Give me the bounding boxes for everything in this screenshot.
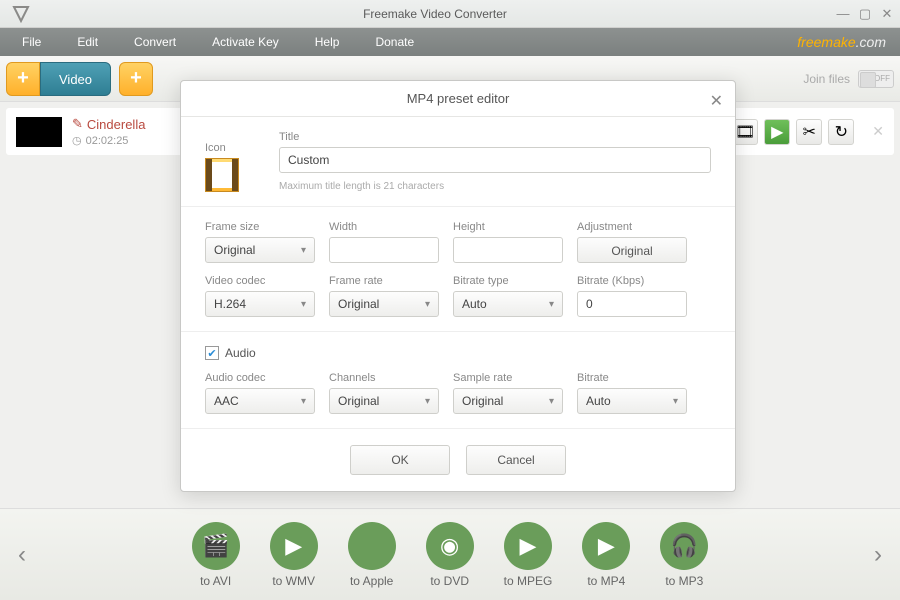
menu-convert[interactable]: Convert <box>116 35 194 49</box>
video-thumbnail <box>16 117 62 147</box>
adjustment-button[interactable]: Original <box>577 237 687 263</box>
scroll-right-button[interactable]: › <box>866 541 890 569</box>
preset-icon[interactable] <box>205 158 239 192</box>
title-field-label: Title <box>279 131 711 143</box>
apple-icon <box>348 522 396 570</box>
film-icon: 🎞 <box>735 122 755 142</box>
rotate-button[interactable]: ↻ <box>828 119 854 145</box>
preset-editor-dialog: MP4 preset editor ✕ Icon Title Maximum t… <box>180 80 736 492</box>
rotate-icon: ↻ <box>835 122 848 142</box>
minimize-button[interactable]: — <box>836 6 850 22</box>
height-label: Height <box>453 221 563 233</box>
file-duration: ◷02:02:25 <box>72 134 145 147</box>
cancel-button[interactable]: Cancel <box>466 445 566 475</box>
add-button[interactable]: + <box>119 62 153 96</box>
dialog-close-button[interactable]: ✕ <box>710 91 723 111</box>
bitrate-kbps-label: Bitrate (Kbps) <box>577 275 687 287</box>
width-label: Width <box>329 221 439 233</box>
menu-donate[interactable]: Donate <box>357 35 432 49</box>
menu-activate-key[interactable]: Activate Key <box>194 35 297 49</box>
audio-codec-label: Audio codec <box>205 372 315 384</box>
format-wmv[interactable]: ▶to WMV <box>270 522 318 588</box>
maximize-button[interactable]: ▢ <box>858 6 872 22</box>
channels-select[interactable]: Original <box>329 388 439 414</box>
avi-icon: 🎬 <box>192 522 240 570</box>
audio-bitrate-label: Bitrate <box>577 372 687 384</box>
sample-rate-label: Sample rate <box>453 372 563 384</box>
mp4-icon: ▶ <box>582 522 630 570</box>
wmv-icon: ▶ <box>270 522 318 570</box>
format-apple[interactable]: to Apple <box>348 522 396 588</box>
audio-label: Audio <box>225 346 256 360</box>
height-input[interactable] <box>453 237 563 263</box>
play-button[interactable]: ▶ <box>764 119 790 145</box>
title-hint: Maximum title length is 21 characters <box>279 181 711 192</box>
app-logo-icon <box>8 1 34 27</box>
switch-icon: OFF <box>858 70 894 88</box>
mp3-icon: 🎧 <box>660 522 708 570</box>
close-window-button[interactable]: ✕ <box>880 6 894 22</box>
output-formats-bar: ‹ 🎬to AVI ▶to WMV to Apple ◉to DVD ▶to M… <box>0 508 900 600</box>
frame-size-select[interactable]: Original <box>205 237 315 263</box>
title-input[interactable] <box>279 147 711 173</box>
frame-rate-select[interactable]: Original <box>329 291 439 317</box>
sample-rate-select[interactable]: Original <box>453 388 563 414</box>
add-video-button[interactable]: + Video <box>6 62 111 96</box>
dialog-title: MP4 preset editor <box>407 91 510 106</box>
adjustment-label: Adjustment <box>577 221 687 233</box>
settings-button[interactable]: 🎞 <box>732 119 758 145</box>
join-files-toggle[interactable]: Join files OFF <box>803 70 894 88</box>
audio-codec-select[interactable]: AAC <box>205 388 315 414</box>
join-files-label: Join files <box>803 72 850 86</box>
plus-icon: + <box>119 62 153 96</box>
format-mpeg[interactable]: ▶to MPEG <box>504 522 553 588</box>
remove-file-button[interactable]: ✕ <box>872 123 884 140</box>
format-mp4[interactable]: ▶to MP4 <box>582 522 630 588</box>
window-title: Freemake Video Converter <box>34 7 836 21</box>
edit-icon: ✎ <box>72 116 83 132</box>
format-mp3[interactable]: 🎧to MP3 <box>660 522 708 588</box>
menu-file[interactable]: File <box>4 35 59 49</box>
plus-icon: + <box>6 62 40 96</box>
dvd-icon: ◉ <box>426 522 474 570</box>
video-codec-label: Video codec <box>205 275 315 287</box>
file-name[interactable]: ✎Cinderella <box>72 116 145 132</box>
scissors-icon: ✂ <box>803 122 816 142</box>
mpeg-icon: ▶ <box>504 522 552 570</box>
audio-bitrate-select[interactable]: Auto <box>577 388 687 414</box>
frame-size-label: Frame size <box>205 221 315 233</box>
bitrate-kbps-input[interactable] <box>577 291 687 317</box>
format-avi[interactable]: 🎬to AVI <box>192 522 240 588</box>
channels-label: Channels <box>329 372 439 384</box>
titlebar: Freemake Video Converter — ▢ ✕ <box>0 0 900 28</box>
clock-icon: ◷ <box>72 134 82 147</box>
add-video-label: Video <box>40 62 111 96</box>
menu-bar: File Edit Convert Activate Key Help Dona… <box>0 28 900 56</box>
bitrate-type-label: Bitrate type <box>453 275 563 287</box>
cut-button[interactable]: ✂ <box>796 119 822 145</box>
frame-rate-label: Frame rate <box>329 275 439 287</box>
brand-link[interactable]: freemake.com <box>797 34 896 50</box>
icon-label: Icon <box>205 142 265 154</box>
format-dvd[interactable]: ◉to DVD <box>426 522 474 588</box>
ok-button[interactable]: OK <box>350 445 450 475</box>
bitrate-type-select[interactable]: Auto <box>453 291 563 317</box>
play-icon: ▶ <box>771 122 783 142</box>
width-input[interactable] <box>329 237 439 263</box>
menu-edit[interactable]: Edit <box>59 35 116 49</box>
scroll-left-button[interactable]: ‹ <box>10 541 34 569</box>
menu-help[interactable]: Help <box>297 35 358 49</box>
video-codec-select[interactable]: H.264 <box>205 291 315 317</box>
audio-checkbox[interactable]: ✔ <box>205 346 219 360</box>
